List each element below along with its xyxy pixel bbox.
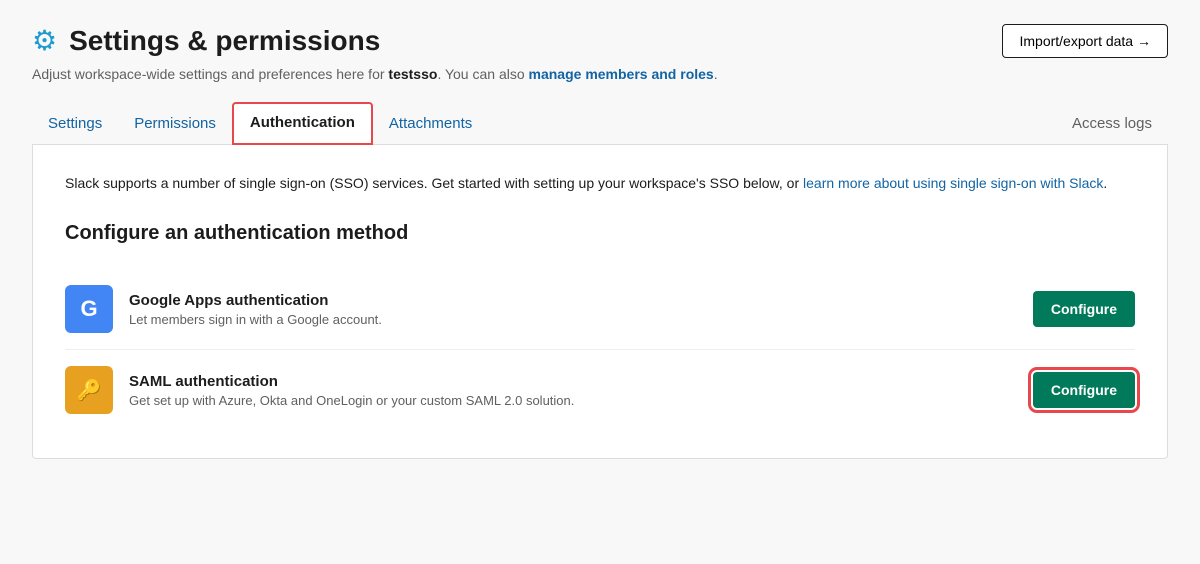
tab-settings[interactable]: Settings <box>32 105 118 142</box>
saml-icon-label: 🔑 <box>77 378 102 403</box>
google-auth-icon: G <box>65 285 113 333</box>
page-title: Settings & permissions <box>69 25 380 57</box>
tabs-row: Settings Permissions Authentication Atta… <box>32 102 1168 145</box>
gear-icon: ⚙ <box>32 24 57 57</box>
tab-attachments[interactable]: Attachments <box>373 105 488 142</box>
title-area: ⚙ Settings & permissions <box>32 24 380 57</box>
content-card: Slack supports a number of single sign-o… <box>32 145 1168 459</box>
google-auth-method: G Google Apps authentication Let members… <box>65 269 1135 349</box>
workspace-name: testsso <box>388 66 437 82</box>
google-auth-desc: Let members sign in with a Google accoun… <box>129 312 1017 327</box>
page-wrapper: ⚙ Settings & permissions Import/export d… <box>0 0 1200 483</box>
saml-auth-info: SAML authentication Get set up with Azur… <box>129 373 1017 408</box>
sso-desc-end: . <box>1103 175 1107 191</box>
saml-auth-desc: Get set up with Azure, Okta and OneLogin… <box>129 393 1017 408</box>
tab-access-logs[interactable]: Access logs <box>1056 105 1168 142</box>
header-row: ⚙ Settings & permissions Import/export d… <box>32 24 1168 58</box>
saml-configure-button[interactable]: Configure <box>1033 372 1135 408</box>
saml-auth-name: SAML authentication <box>129 373 1017 390</box>
manage-members-link[interactable]: manage members and roles <box>529 66 714 82</box>
sso-description: Slack supports a number of single sign-o… <box>65 173 1135 194</box>
import-export-button[interactable]: Import/export data → <box>1002 24 1168 58</box>
subtitle-suffix: . You can also <box>437 66 528 82</box>
saml-auth-icon: 🔑 <box>65 366 113 414</box>
tab-authentication[interactable]: Authentication <box>232 102 373 145</box>
saml-auth-method: 🔑 SAML authentication Get set up with Az… <box>65 349 1135 430</box>
subtitle-end: . <box>714 66 718 82</box>
sso-learn-more-link[interactable]: learn more about using single sign-on wi… <box>803 175 1103 191</box>
google-auth-name: Google Apps authentication <box>129 292 1017 309</box>
google-configure-button[interactable]: Configure <box>1033 291 1135 327</box>
section-title: Configure an authentication method <box>65 222 1135 245</box>
sso-desc-prefix: Slack supports a number of single sign-o… <box>65 175 803 191</box>
subtitle: Adjust workspace-wide settings and prefe… <box>32 66 1168 82</box>
subtitle-prefix: Adjust workspace-wide settings and prefe… <box>32 66 388 82</box>
google-auth-info: Google Apps authentication Let members s… <box>129 292 1017 327</box>
google-icon-label: G <box>80 296 97 322</box>
tab-permissions[interactable]: Permissions <box>118 105 232 142</box>
